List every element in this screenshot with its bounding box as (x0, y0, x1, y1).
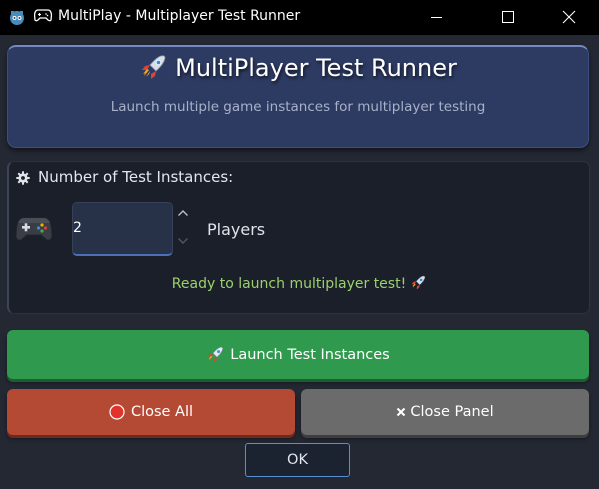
gamepad-icon (34, 9, 52, 22)
chevron-down-icon[interactable] (177, 236, 189, 246)
close-panel-button-label: Close Panel (410, 404, 494, 420)
close-all-button[interactable]: Close All (7, 389, 295, 435)
close-panel-button[interactable]: Close Panel (301, 389, 589, 435)
close-icon[interactable] (546, 0, 592, 35)
chevron-up-icon[interactable] (177, 208, 189, 218)
header-subtitle: Launch multiple game instances for multi… (110, 99, 486, 115)
close-all-button-label: Close All (130, 404, 194, 420)
gear-icon (16, 171, 30, 185)
launch-button[interactable]: Launch Test Instances (7, 330, 589, 379)
instances-label: Number of Test Instances: (38, 168, 234, 186)
maximize-icon[interactable] (484, 0, 530, 35)
rocket-icon (208, 347, 224, 363)
header-title-text: MultiPlayer Test Runner (175, 54, 457, 82)
title-bar: MultiPlay - Multiplayer Test Runner (0, 0, 599, 35)
status-message: Ready to launch multiplayer test! (9, 275, 589, 292)
x-mark-icon (397, 407, 406, 417)
red-circle-icon (109, 404, 125, 420)
instance-count-input[interactable]: 2 (72, 202, 173, 256)
header-panel: MultiPlayer Test Runner Launch multiple … (7, 45, 589, 148)
players-label: Players (207, 220, 266, 239)
godot-icon (10, 11, 24, 25)
instance-count-value[interactable]: 2 (73, 220, 82, 236)
window-title: MultiPlay - Multiplayer Test Runner (34, 8, 300, 24)
rocket-icon (411, 275, 426, 290)
ok-button[interactable]: OK (245, 443, 350, 477)
launch-button-label: Launch Test Instances (230, 346, 390, 363)
rocket-icon (142, 55, 166, 79)
gamepad-icon (15, 217, 53, 241)
minimize-icon[interactable] (414, 0, 460, 35)
instances-panel: Number of Test Instances: 2 Players Read… (7, 161, 590, 314)
window-title-text: MultiPlay - Multiplayer Test Runner (58, 8, 301, 24)
header-title: MultiPlayer Test Runner (8, 54, 588, 82)
status-text: Ready to launch multiplayer test! (171, 276, 407, 292)
